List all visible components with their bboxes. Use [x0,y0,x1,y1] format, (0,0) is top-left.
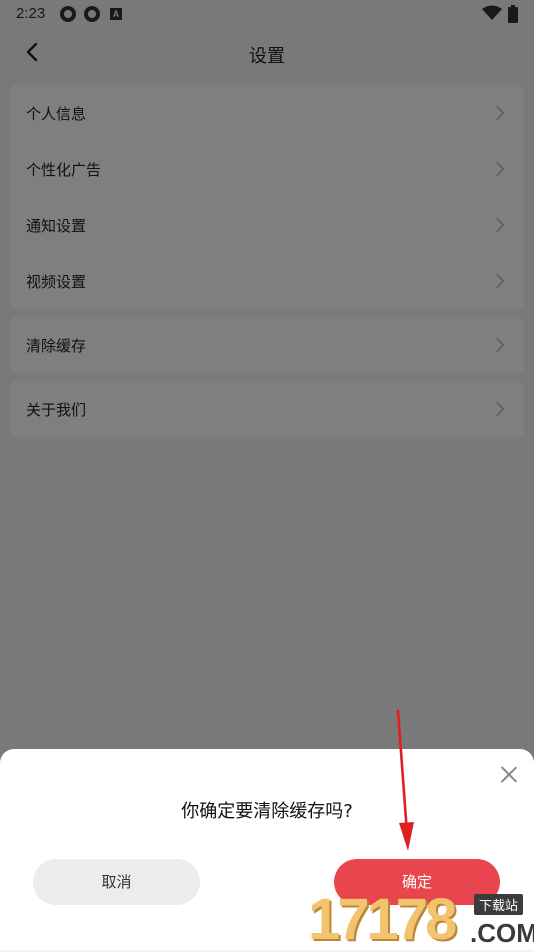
watermark-digits: 17178 [308,887,457,952]
annotation-arrow-icon [396,709,414,851]
watermark-badge: 下载站 [474,894,524,915]
dialog-title: 你确定要清除缓存吗? [181,801,353,822]
close-icon[interactable] [500,765,518,783]
cancel-button[interactable]: 取消 [33,859,200,905]
watermark: 17178 下载站 .COM [308,890,534,950]
watermark-domain: .COM [470,918,534,948]
